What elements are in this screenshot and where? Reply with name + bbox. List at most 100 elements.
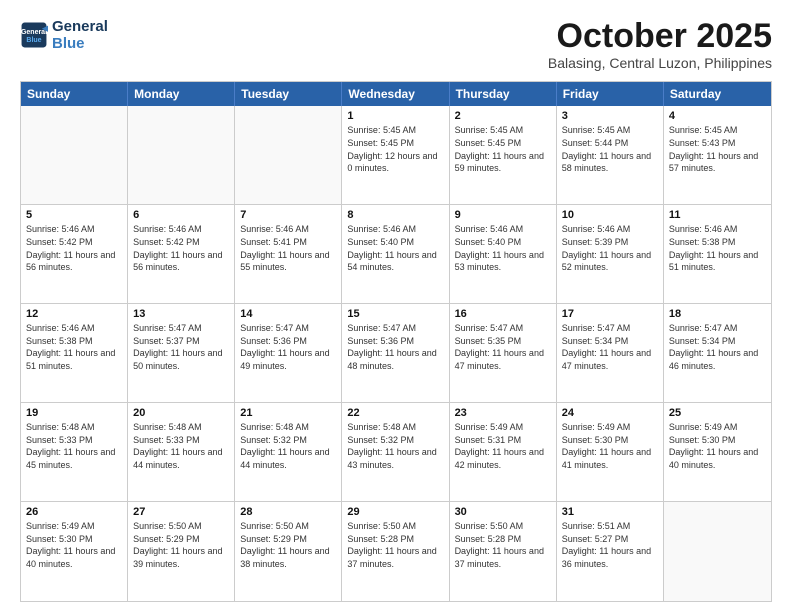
day-number: 15: [347, 308, 443, 320]
svg-text:General: General: [21, 29, 47, 36]
cell-info: Sunrise: 5:50 AM Sunset: 5:28 PM Dayligh…: [455, 520, 551, 570]
day-number: 21: [240, 407, 336, 419]
calendar-cell: 24Sunrise: 5:49 AM Sunset: 5:30 PM Dayli…: [557, 403, 664, 501]
cell-info: Sunrise: 5:49 AM Sunset: 5:30 PM Dayligh…: [669, 421, 766, 471]
cell-info: Sunrise: 5:47 AM Sunset: 5:37 PM Dayligh…: [133, 322, 229, 372]
day-number: 25: [669, 407, 766, 419]
calendar-cell: 10 Sunrise: 5:46 AM Sunset: 5:39 PM Dayli…: [557, 205, 664, 303]
calendar-cell: 19 Sunrise: 5:48 AM Sunset: 5:33 PM Dayli…: [21, 403, 128, 501]
header-day: Tuesday: [235, 82, 342, 106]
day-number: 10: [562, 209, 658, 221]
cell-info: Sunrise: 5:47 AM Sunset: 5:36 PM Dayligh…: [347, 322, 443, 372]
day-number: 16: [455, 308, 551, 320]
cell-info: Sunrise: 5:46 AM Sunset: 5:39 PM Dayligh…: [562, 223, 658, 273]
header-day: Sunday: [21, 82, 128, 106]
header: General Blue General Blue October 2025 B…: [20, 18, 772, 71]
calendar-row: 26 Sunrise: 5:49 AM Sunset: 5:30 PM Dayli…: [21, 502, 771, 601]
cell-info: Sunrise: 5:47 AM Sunset: 5:34 PM Dayligh…: [562, 322, 658, 372]
calendar-row: 1 Sunrise: 5:45 AM Sunset: 5:45 PM Daylig…: [21, 106, 771, 205]
cell-info: Sunrise: 5:46 AM Sunset: 5:40 PM Dayligh…: [455, 223, 551, 273]
calendar-cell: [128, 106, 235, 204]
day-number: 4: [669, 110, 766, 122]
cell-info: Sunrise: 5:50 AM Sunset: 5:29 PM Dayligh…: [133, 520, 229, 570]
cell-info: Sunrise: 5:48 AM Sunset: 5:32 PM Dayligh…: [347, 421, 443, 471]
cell-info: Sunrise: 5:50 AM Sunset: 5:28 PM Dayligh…: [347, 520, 443, 570]
calendar-cell: 30 Sunrise: 5:50 AM Sunset: 5:28 PM Dayli…: [450, 502, 557, 601]
calendar-row: 12Sunrise: 5:46 AM Sunset: 5:38 PM Dayli…: [21, 304, 771, 403]
calendar-cell: 18 Sunrise: 5:47 AM Sunset: 5:34 PM Dayli…: [664, 304, 771, 402]
logo-line1: General: [52, 18, 108, 35]
day-number: 8: [347, 209, 443, 221]
calendar-cell: 14Sunrise: 5:47 AM Sunset: 5:36 PM Dayli…: [235, 304, 342, 402]
calendar-cell: 17 Sunrise: 5:47 AM Sunset: 5:34 PM Dayli…: [557, 304, 664, 402]
day-number: 19: [26, 407, 122, 419]
cell-info: Sunrise: 5:50 AM Sunset: 5:29 PM Dayligh…: [240, 520, 336, 570]
calendar-cell: 3 Sunrise: 5:45 AM Sunset: 5:44 PM Daylig…: [557, 106, 664, 204]
calendar-cell: 12Sunrise: 5:46 AM Sunset: 5:38 PM Dayli…: [21, 304, 128, 402]
day-number: 17: [562, 308, 658, 320]
day-number: 14: [240, 308, 336, 320]
day-number: 22: [347, 407, 443, 419]
cell-info: Sunrise: 5:49 AM Sunset: 5:30 PM Dayligh…: [26, 520, 122, 570]
calendar-cell: [21, 106, 128, 204]
day-number: 18: [669, 308, 766, 320]
calendar-cell: 7 Sunrise: 5:46 AM Sunset: 5:41 PM Daylig…: [235, 205, 342, 303]
day-number: 20: [133, 407, 229, 419]
logo: General Blue General Blue: [20, 18, 108, 53]
calendar-cell: 20 Sunrise: 5:48 AM Sunset: 5:33 PM Dayli…: [128, 403, 235, 501]
cell-info: Sunrise: 5:49 AM Sunset: 5:30 PM Dayligh…: [562, 421, 658, 471]
cell-info: Sunrise: 5:46 AM Sunset: 5:42 PM Dayligh…: [133, 223, 229, 273]
day-number: 28: [240, 506, 336, 518]
calendar-header: SundayMondayTuesdayWednesdayThursdayFrid…: [21, 82, 771, 106]
header-day: Monday: [128, 82, 235, 106]
calendar-row: 19 Sunrise: 5:48 AM Sunset: 5:33 PM Dayli…: [21, 403, 771, 502]
day-number: 26: [26, 506, 122, 518]
day-number: 31: [562, 506, 658, 518]
calendar-cell: 5 Sunrise: 5:46 AM Sunset: 5:42 PM Daylig…: [21, 205, 128, 303]
calendar-body: 1 Sunrise: 5:45 AM Sunset: 5:45 PM Daylig…: [21, 106, 771, 601]
cell-info: Sunrise: 5:48 AM Sunset: 5:33 PM Dayligh…: [133, 421, 229, 471]
calendar-cell: 6Sunrise: 5:46 AM Sunset: 5:42 PM Daylig…: [128, 205, 235, 303]
cell-info: Sunrise: 5:46 AM Sunset: 5:41 PM Dayligh…: [240, 223, 336, 273]
day-number: 12: [26, 308, 122, 320]
day-number: 5: [26, 209, 122, 221]
month-title: October 2025: [548, 18, 772, 55]
cell-info: Sunrise: 5:45 AM Sunset: 5:44 PM Dayligh…: [562, 124, 658, 174]
cell-info: Sunrise: 5:45 AM Sunset: 5:43 PM Dayligh…: [669, 124, 766, 174]
calendar-cell: 23Sunrise: 5:49 AM Sunset: 5:31 PM Dayli…: [450, 403, 557, 501]
day-number: 3: [562, 110, 658, 122]
cell-info: Sunrise: 5:47 AM Sunset: 5:35 PM Dayligh…: [455, 322, 551, 372]
calendar-row: 5 Sunrise: 5:46 AM Sunset: 5:42 PM Daylig…: [21, 205, 771, 304]
calendar-cell: 27 Sunrise: 5:50 AM Sunset: 5:29 PM Dayli…: [128, 502, 235, 601]
day-number: 11: [669, 209, 766, 221]
logo-line2: Blue: [52, 35, 108, 52]
calendar-cell: [664, 502, 771, 601]
subtitle: Balasing, Central Luzon, Philippines: [548, 55, 772, 71]
calendar-cell: 25 Sunrise: 5:49 AM Sunset: 5:30 PM Dayli…: [664, 403, 771, 501]
calendar-cell: 29Sunrise: 5:50 AM Sunset: 5:28 PM Dayli…: [342, 502, 449, 601]
cell-info: Sunrise: 5:45 AM Sunset: 5:45 PM Dayligh…: [455, 124, 551, 174]
cell-info: Sunrise: 5:46 AM Sunset: 5:38 PM Dayligh…: [669, 223, 766, 273]
day-number: 1: [347, 110, 443, 122]
calendar-cell: 4 Sunrise: 5:45 AM Sunset: 5:43 PM Daylig…: [664, 106, 771, 204]
cell-info: Sunrise: 5:48 AM Sunset: 5:33 PM Dayligh…: [26, 421, 122, 471]
day-number: 13: [133, 308, 229, 320]
day-number: 27: [133, 506, 229, 518]
cell-info: Sunrise: 5:46 AM Sunset: 5:42 PM Dayligh…: [26, 223, 122, 273]
day-number: 9: [455, 209, 551, 221]
calendar-cell: 13 Sunrise: 5:47 AM Sunset: 5:37 PM Dayli…: [128, 304, 235, 402]
calendar-cell: [235, 106, 342, 204]
svg-text:Blue: Blue: [26, 37, 41, 44]
calendar-cell: 8Sunrise: 5:46 AM Sunset: 5:40 PM Daylig…: [342, 205, 449, 303]
day-number: 30: [455, 506, 551, 518]
cell-info: Sunrise: 5:47 AM Sunset: 5:34 PM Dayligh…: [669, 322, 766, 372]
calendar-cell: 15 Sunrise: 5:47 AM Sunset: 5:36 PM Dayli…: [342, 304, 449, 402]
day-number: 23: [455, 407, 551, 419]
day-number: 7: [240, 209, 336, 221]
cell-info: Sunrise: 5:48 AM Sunset: 5:32 PM Dayligh…: [240, 421, 336, 471]
calendar-cell: 2 Sunrise: 5:45 AM Sunset: 5:45 PM Daylig…: [450, 106, 557, 204]
day-number: 2: [455, 110, 551, 122]
page: General Blue General Blue October 2025 B…: [0, 0, 792, 612]
header-day: Thursday: [450, 82, 557, 106]
calendar-cell: 31Sunrise: 5:51 AM Sunset: 5:27 PM Dayli…: [557, 502, 664, 601]
